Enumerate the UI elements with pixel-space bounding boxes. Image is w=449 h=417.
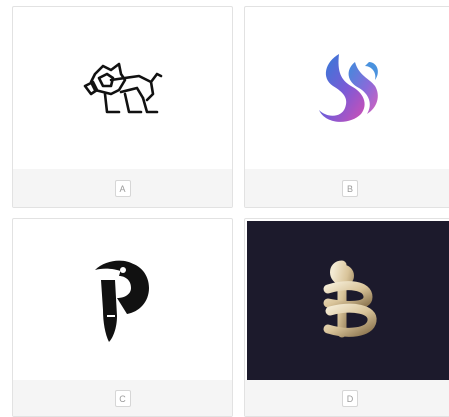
card-footer: C <box>13 380 232 416</box>
logo-thumbnail-a[interactable] <box>15 9 230 169</box>
logo-card-d[interactable]: D <box>244 218 449 417</box>
logo-card-b[interactable]: B <box>244 6 449 208</box>
label-badge-b[interactable]: B <box>342 179 358 197</box>
lion-line-icon <box>83 62 162 114</box>
label-badge-d[interactable]: D <box>342 389 358 407</box>
label-badge-a[interactable]: A <box>114 179 131 197</box>
logo-card-a[interactable]: A <box>12 6 233 208</box>
logo-grid: A B C D <box>0 0 449 417</box>
logo-thumbnail-b[interactable] <box>247 9 449 169</box>
label-badge-c[interactable]: C <box>114 389 131 407</box>
card-footer: A <box>13 169 232 207</box>
ribbon-b-icon <box>323 260 377 338</box>
logo-card-c[interactable]: C <box>12 218 233 417</box>
logo-thumbnail-d[interactable] <box>247 221 449 381</box>
card-footer: B <box>245 169 449 207</box>
swan-gradient-icon <box>319 54 378 122</box>
logo-thumbnail-c[interactable] <box>15 221 230 381</box>
card-footer: D <box>245 380 449 416</box>
toucan-p-icon <box>94 260 149 342</box>
